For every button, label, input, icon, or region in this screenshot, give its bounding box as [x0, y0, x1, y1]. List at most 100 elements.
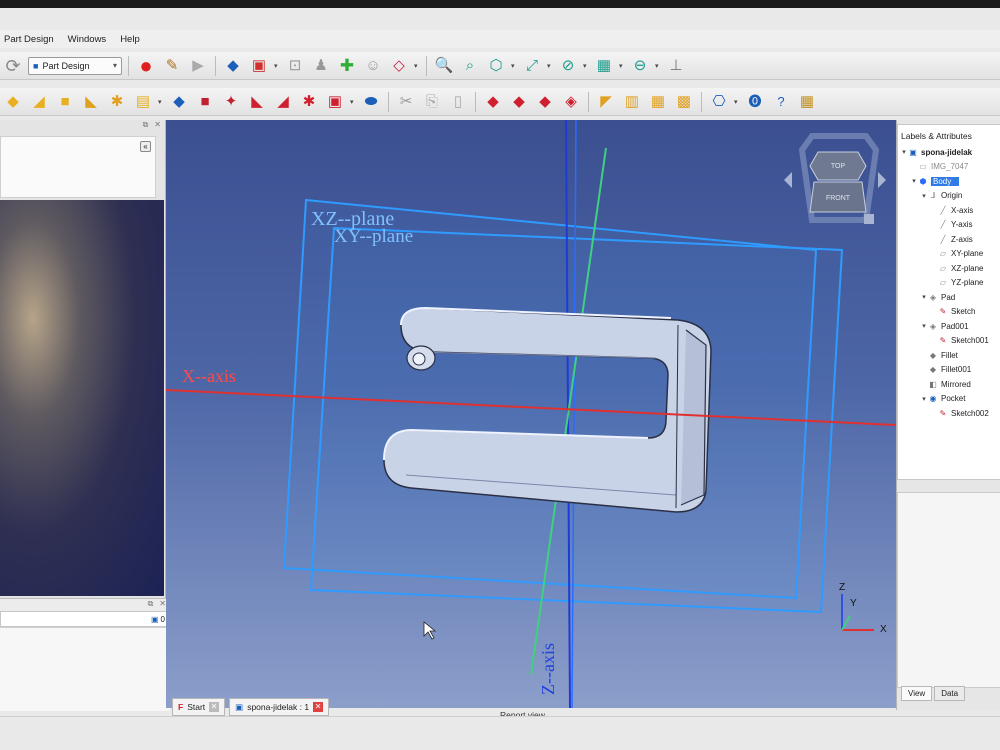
menu-windows[interactable]: Windows — [68, 34, 107, 45]
tree-item[interactable]: ✎ Sketch — [898, 305, 1000, 320]
box-icon[interactable]: ◆ — [222, 55, 244, 77]
isometric-icon[interactable]: ⬡ — [485, 55, 507, 77]
dropdown-arrow-icon[interactable]: ▾ — [655, 62, 661, 70]
tree-item[interactable]: ▭ IMG_7047 — [898, 160, 1000, 175]
copy-icon[interactable]: ⎘ — [421, 91, 443, 113]
dropdown-arrow-icon[interactable]: ▾ — [350, 98, 356, 106]
dropdown-arrow-icon[interactable]: ▾ — [414, 62, 420, 70]
tab-data[interactable]: Data — [934, 686, 966, 701]
person-icon[interactable]: ♟ — [310, 55, 332, 77]
polar-pattern-icon[interactable]: ▦ — [647, 91, 669, 113]
expand-arrow-icon[interactable]: ▾ — [920, 395, 928, 403]
dropdown-arrow-icon[interactable]: ▾ — [583, 62, 589, 70]
tree-item[interactable]: ✎ Sketch002 — [898, 406, 1000, 421]
play-macro-icon[interactable]: ▶ — [187, 55, 209, 77]
lock-icon[interactable]: ⊡ — [284, 55, 306, 77]
tab-start[interactable]: F Start ✕ — [172, 698, 226, 716]
tree-item[interactable]: ▾ ◈ Pad — [898, 290, 1000, 305]
expand-arrow-icon[interactable]: ▾ — [920, 293, 928, 301]
tree-item[interactable]: ▱ YZ-plane — [898, 276, 1000, 291]
mirror-icon[interactable]: ◤ — [595, 91, 617, 113]
hole-icon[interactable]: ■ — [194, 91, 216, 113]
tree-item[interactable]: ╱ Z-axis — [898, 232, 1000, 247]
boolean-icon[interactable]: ▣ — [324, 91, 346, 113]
record-macro-icon[interactable]: ● — [135, 54, 157, 77]
chamfer-icon[interactable]: ◆ — [508, 91, 530, 113]
tree-item[interactable]: ▱ XY-plane — [898, 247, 1000, 262]
dropdown-arrow-icon[interactable]: ▾ — [619, 62, 625, 70]
zoom-selection-icon[interactable]: ⌕ — [459, 55, 481, 77]
expand-arrow-icon[interactable]: ▾ — [920, 192, 928, 200]
pad-yellow-icon[interactable]: ◆ — [2, 91, 24, 113]
close-icon[interactable]: ✕ — [313, 702, 324, 712]
dropdown-arrow-icon[interactable]: ▾ — [511, 62, 517, 70]
tree-item[interactable]: ✎ Sketch001 — [898, 334, 1000, 349]
multitransform-icon[interactable]: ▩ — [673, 91, 695, 113]
sweep-icon[interactable]: ✱ — [106, 91, 128, 113]
scissors-icon[interactable]: ✂ — [395, 91, 417, 113]
dropdown-arrow-icon[interactable]: ▾ — [547, 62, 553, 70]
expand-arrow-icon[interactable]: ▾ — [910, 177, 918, 185]
tab-document[interactable]: ▣ spona-jidelak : 1 ✕ — [229, 698, 330, 716]
tree-item[interactable]: ◧ Mirrored — [898, 377, 1000, 392]
tree-item[interactable]: ▱ XZ-plane — [898, 261, 1000, 276]
help-icon[interactable]: ? — [770, 91, 792, 113]
diamond-icon[interactable]: ◇ — [388, 55, 410, 77]
zoom-fit-icon[interactable]: 🔍 — [433, 55, 455, 77]
xy-plane[interactable] — [309, 226, 844, 614]
tree-item[interactable]: ▾ ⅃ Origin — [898, 189, 1000, 204]
navigation-cube[interactable]: TOP FRONT — [784, 133, 886, 224]
float-icon[interactable]: ⧉ — [143, 120, 149, 132]
additive-cyl-icon[interactable]: ◣ — [80, 91, 102, 113]
dropdown-arrow-icon[interactable]: ▾ — [158, 98, 164, 106]
dropdown-arrow-icon[interactable]: ▾ — [734, 98, 740, 106]
face-icon[interactable]: ☺ — [362, 55, 384, 77]
additive-box-icon[interactable]: ■ — [54, 91, 76, 113]
menu-help[interactable]: Help — [120, 34, 140, 45]
tree-item[interactable]: ╱ Y-axis — [898, 218, 1000, 233]
workbench-selector[interactable]: ■ Part Design ▾ — [28, 56, 122, 75]
thickness-icon[interactable]: ◈ — [560, 91, 582, 113]
loft-icon[interactable]: ▤ — [132, 91, 154, 113]
tree-item[interactable]: ◆ Fillet — [898, 348, 1000, 363]
draft-icon[interactable]: ◆ — [534, 91, 556, 113]
task-panel[interactable]: « — [0, 136, 156, 198]
close-icon[interactable]: ✕ — [209, 702, 220, 712]
tree-item[interactable]: ▾ ◈ Pad001 — [898, 319, 1000, 334]
measure-icon[interactable]: ⤢ — [521, 55, 543, 77]
caliper-icon[interactable]: ⊥ — [665, 55, 687, 77]
console-input[interactable]: ▣ 0 — [0, 611, 170, 627]
tree-item[interactable]: ◆ Fillet001 — [898, 363, 1000, 378]
tab-view[interactable]: View — [901, 686, 933, 701]
paste-icon[interactable]: ▯ — [447, 91, 469, 113]
collapse-icon[interactable]: « — [140, 141, 151, 152]
puzzle-icon[interactable]: ✚ — [336, 55, 358, 77]
dropdown-arrow-icon[interactable]: ▾ — [274, 62, 280, 70]
linear-pattern-icon[interactable]: ▥ — [621, 91, 643, 113]
refresh-icon[interactable]: ⟳ — [2, 55, 24, 77]
groove-icon[interactable]: ✦ — [220, 91, 242, 113]
close-icon[interactable]: ✕ — [154, 120, 161, 132]
link-icon[interactable]: ⎔ — [708, 91, 730, 113]
property-view[interactable] — [897, 492, 1000, 688]
whatsthis-icon[interactable]: ⓿ — [744, 91, 766, 113]
no-sign-icon[interactable]: ⊘ — [557, 55, 579, 77]
grid-icon[interactable]: ▦ — [796, 91, 818, 113]
3d-viewport[interactable]: XZ--plane XY--plane X--axis Z--axis TOP … — [166, 120, 896, 708]
subtractive-loft-icon[interactable]: ◢ — [272, 91, 294, 113]
tree-item[interactable]: ▾ ◉ Pocket — [898, 392, 1000, 407]
revolution-icon[interactable]: ◢ — [28, 91, 50, 113]
tree-item[interactable]: ╱ X-axis — [898, 203, 1000, 218]
part-icon[interactable]: ▣ — [248, 55, 270, 77]
macro-editor-icon[interactable]: ✎ — [161, 55, 183, 77]
zoom-out-icon[interactable]: ⊖ — [629, 55, 651, 77]
pocket-icon[interactable]: ◆ — [168, 91, 190, 113]
menu-part-design[interactable]: Part Design — [4, 34, 54, 45]
tree-item[interactable]: ▾ ▣ spona-jidelak — [898, 145, 1000, 160]
cut-icon[interactable]: ⬬ — [360, 91, 382, 113]
tree-item[interactable]: ▾ ⬢ Body — [898, 174, 1000, 189]
subtractive-helix-icon[interactable]: ✱ — [298, 91, 320, 113]
expand-arrow-icon[interactable]: ▾ — [900, 148, 908, 156]
float-icon[interactable]: ⧉ — [148, 599, 154, 611]
expand-arrow-icon[interactable]: ▾ — [920, 322, 928, 330]
